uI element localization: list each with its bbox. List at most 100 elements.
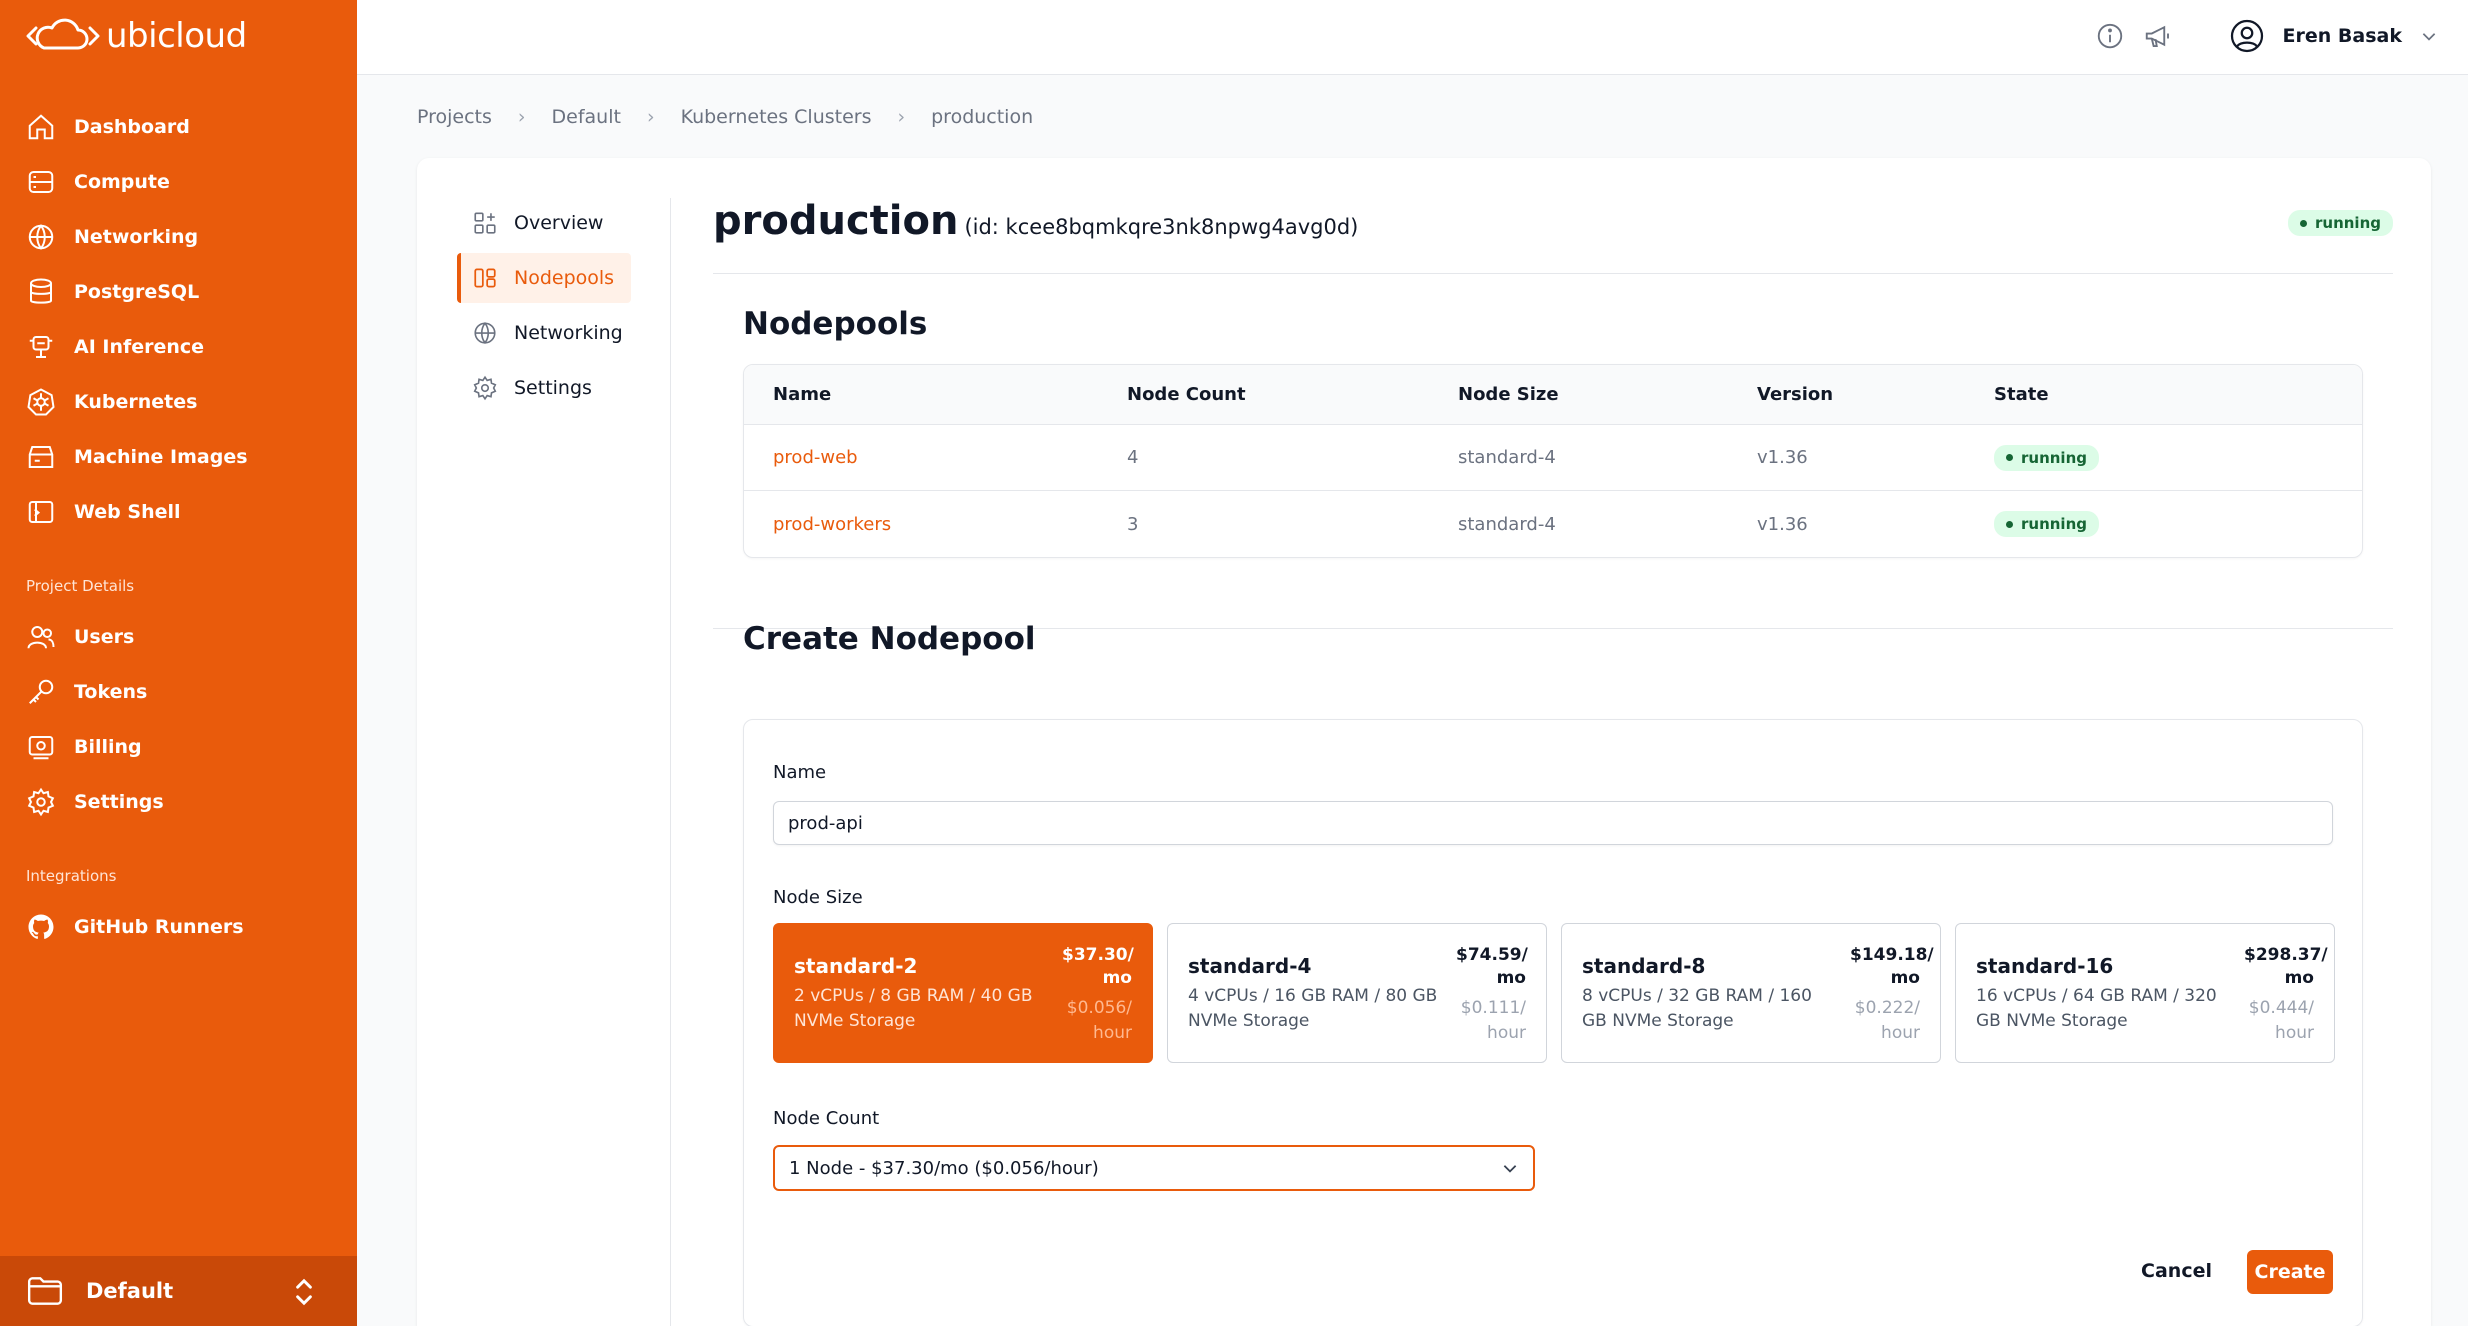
sidebar-item-networking[interactable]: Networking xyxy=(0,209,357,264)
sidebar-item-github-runners[interactable]: GitHub Runners xyxy=(0,899,357,954)
sidebar-item-billing[interactable]: Billing xyxy=(0,719,357,774)
project-nav: Users Tokens Billing Settings xyxy=(0,609,357,829)
cancel-button[interactable]: Cancel xyxy=(2141,1260,2212,1282)
create-button[interactable]: Create xyxy=(2247,1250,2333,1294)
table-header: Name Node Count Node Size Version State xyxy=(744,365,2362,425)
breadcrumb-kubernetes-clusters[interactable]: Kubernetes Clusters xyxy=(681,106,872,128)
nodepool-link[interactable]: prod-web xyxy=(773,447,858,468)
cluster-detail-card: Overview Nodepools Networking Settings p… xyxy=(417,158,2431,1326)
breadcrumb: Projects › Default › Kubernetes Clusters… xyxy=(417,106,1033,128)
size-hourly: $0.222/ hour xyxy=(1854,998,1920,1043)
column-header: Version xyxy=(1757,384,1834,405)
sidebar-item-label: Tokens xyxy=(74,680,148,703)
sidebar-item-ai-inference[interactable]: AI Inference xyxy=(0,319,357,374)
node-size-options: standard-2 2 vCPUs / 8 GB RAM / 40 GB NV… xyxy=(773,923,2335,1063)
tab-label: Nodepools xyxy=(514,267,615,289)
status-dot-icon xyxy=(2300,219,2307,227)
cluster-subnav: Overview Nodepools Networking Settings xyxy=(457,198,631,418)
size-option-standard-8[interactable]: standard-8 8 vCPUs / 32 GB RAM / 160 GB … xyxy=(1561,923,1941,1063)
tab-label: Overview xyxy=(514,212,604,234)
info-icon[interactable] xyxy=(2095,21,2125,51)
size-spec: 4 vCPUs / 16 GB RAM / 80 GB NVMe Storage xyxy=(1188,986,1438,1031)
size-name: standard-8 xyxy=(1582,954,1706,978)
node-count-label: Node Count xyxy=(773,1108,880,1129)
chevron-down-icon[interactable] xyxy=(2420,27,2438,45)
sidebar-item-dashboard[interactable]: Dashboard xyxy=(0,99,357,154)
ubicloud-logo[interactable]: ubicloud xyxy=(26,14,247,58)
size-option-standard-16[interactable]: standard-16 16 vCPUs / 64 GB RAM / 320 G… xyxy=(1955,923,2335,1063)
node-size-label: Node Size xyxy=(773,887,863,908)
size-name: standard-4 xyxy=(1188,954,1312,978)
sidebar-item-label: Settings xyxy=(74,790,164,813)
user-avatar-icon[interactable] xyxy=(2229,18,2265,54)
size-name: standard-16 xyxy=(1976,954,2114,978)
node-count-cell: 3 xyxy=(1127,513,1139,535)
key-icon xyxy=(29,679,54,704)
users-icon xyxy=(27,625,55,649)
sidebar-item-kubernetes[interactable]: Kubernetes xyxy=(0,374,357,429)
node-count-cell: 4 xyxy=(1127,447,1139,468)
size-option-standard-4[interactable]: standard-4 4 vCPUs / 16 GB RAM / 80 GB N… xyxy=(1167,923,1547,1063)
table-row: prod-workers 3 standard-4 v1.36 running xyxy=(744,491,2362,557)
sidebar-item-users[interactable]: Users xyxy=(0,609,357,664)
nodepool-name-input[interactable]: prod-api xyxy=(773,801,2333,845)
database-icon xyxy=(30,278,52,304)
sidebar-item-compute[interactable]: Compute xyxy=(0,154,357,209)
sidebar-item-settings[interactable]: Settings xyxy=(0,774,357,829)
user-name[interactable]: Eren Basak xyxy=(2283,25,2402,47)
sidebar-item-machine-images[interactable]: Machine Images xyxy=(0,429,357,484)
home-icon xyxy=(28,113,54,139)
gear-icon xyxy=(473,375,497,401)
page-title: production xyxy=(713,198,959,244)
megaphone-icon[interactable] xyxy=(2143,21,2173,51)
status-dot-icon xyxy=(2006,454,2013,461)
sidebar-item-label: Web Shell xyxy=(74,500,181,523)
integrations-nav: GitHub Runners xyxy=(0,899,357,954)
github-icon xyxy=(28,914,54,939)
nodepool-link[interactable]: prod-workers xyxy=(773,514,891,535)
size-option-standard-2[interactable]: standard-2 2 vCPUs / 8 GB RAM / 40 GB NV… xyxy=(773,923,1153,1063)
chevron-right-icon: › xyxy=(897,106,906,128)
breadcrumb-production[interactable]: production xyxy=(931,106,1033,128)
header-actions: Eren Basak xyxy=(2095,18,2438,54)
project-switcher[interactable]: Default xyxy=(0,1256,357,1326)
sidebar-item-label: Users xyxy=(74,625,135,648)
status-text: running xyxy=(2315,214,2381,232)
column-header: Node Size xyxy=(1458,384,1559,405)
sidebar-item-postgresql[interactable]: PostgreSQL xyxy=(0,264,357,319)
logo-text: ubicloud xyxy=(106,16,247,56)
project-switcher-label: Default xyxy=(86,1279,174,1303)
sidebar-item-label: Dashboard xyxy=(74,115,190,138)
sidebar-item-tokens[interactable]: Tokens xyxy=(0,664,357,719)
node-count-value: 1 Node - $37.30/mo ($0.056/hour) xyxy=(789,1157,1099,1179)
node-count-select[interactable]: 1 Node - $37.30/mo ($0.056/hour) xyxy=(773,1145,1535,1191)
cluster-content: production (id: kcee8bqmkqre3nk8npwg4avg0… xyxy=(713,198,2393,1326)
gear-icon xyxy=(27,787,55,816)
tab-overview[interactable]: Overview xyxy=(457,198,631,248)
sidebar-item-label: GitHub Runners xyxy=(74,915,244,938)
create-nodepool-form: Name prod-api Node Size standard-2 2 vCP… xyxy=(743,719,2363,1326)
breadcrumb-default[interactable]: Default xyxy=(552,106,621,128)
tab-label: Settings xyxy=(514,377,592,399)
folder-icon xyxy=(27,1277,63,1305)
tab-label: Networking xyxy=(514,322,623,344)
sidebar-item-label: PostgreSQL xyxy=(74,280,200,303)
node-size-cell: standard-4 xyxy=(1458,513,1556,535)
tab-nodepools[interactable]: Nodepools xyxy=(457,253,631,303)
sidebar-item-label: Networking xyxy=(74,225,199,248)
chevron-down-icon xyxy=(1503,1165,1517,1173)
kubernetes-icon xyxy=(27,387,55,415)
breadcrumb-projects[interactable]: Projects xyxy=(417,106,492,128)
tab-settings[interactable]: Settings xyxy=(457,363,631,413)
tab-networking[interactable]: Networking xyxy=(457,308,631,358)
sidebar-item-label: Kubernetes xyxy=(74,390,198,413)
table-row: prod-web 4 standard-4 v1.36 running xyxy=(744,425,2362,491)
sidebar-item-label: Billing xyxy=(74,735,142,758)
size-hourly: $0.111/ hour xyxy=(1460,998,1526,1043)
billing-icon xyxy=(28,735,54,759)
nodepools-heading: Nodepools xyxy=(743,306,928,342)
chevron-up-down-icon xyxy=(296,1278,312,1306)
machine-image-icon xyxy=(28,445,54,468)
cluster-title-row: production (id: kcee8bqmkqre3nk8npwg4avg0… xyxy=(713,198,2393,274)
sidebar-item-web-shell[interactable]: Web Shell xyxy=(0,484,357,539)
